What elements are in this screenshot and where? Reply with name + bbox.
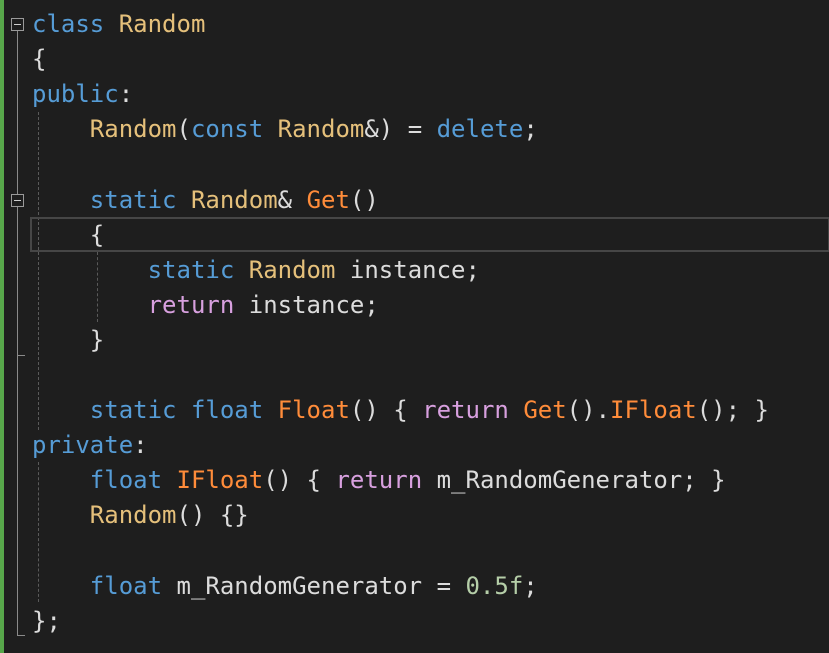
code-token: }; <box>32 606 61 635</box>
code-token: static <box>147 255 235 284</box>
code-line[interactable]: }; <box>32 604 61 639</box>
code-line[interactable]: { <box>32 42 46 77</box>
code-token: static <box>89 185 177 214</box>
outline-line-get <box>17 207 18 355</box>
code-token: const <box>190 115 264 144</box>
code-token: instance; <box>234 290 379 319</box>
code-token: instance; <box>335 255 480 284</box>
code-token: Random <box>190 185 278 214</box>
code-line[interactable]: Random(const Random&) = delete; <box>32 112 538 147</box>
code-token: () { <box>349 396 423 425</box>
code-line[interactable]: { <box>32 218 104 253</box>
code-token: return <box>422 396 509 425</box>
code-token: m_RandomGenerator = <box>162 571 466 600</box>
code-line[interactable]: private: <box>32 428 148 463</box>
code-token: IFloat <box>610 396 697 425</box>
code-line[interactable]: float m_RandomGenerator = 0.5f; <box>32 569 538 604</box>
code-token: ( <box>176 115 191 144</box>
code-token: { <box>32 45 47 74</box>
code-token: Random <box>277 115 365 144</box>
code-token: 0.5f <box>465 571 524 600</box>
code-token: IFloat <box>176 466 264 495</box>
outline-end-class <box>17 635 25 636</box>
code-token: static <box>89 396 177 425</box>
collapse-get-icon[interactable] <box>11 194 24 207</box>
code-token: float <box>89 571 163 600</box>
code-line[interactable]: } <box>32 323 104 358</box>
code-token: Get <box>523 396 567 425</box>
code-line[interactable]: static Random& Get() <box>32 183 379 218</box>
code-token: ; <box>523 571 538 600</box>
code-line[interactable]: static Random instance; <box>32 253 480 288</box>
current-line-highlight <box>30 217 829 252</box>
code-token: return <box>147 290 235 319</box>
code-token: Float <box>277 396 350 425</box>
code-token: float <box>89 466 163 495</box>
code-token: Get <box>306 185 350 214</box>
code-token: } <box>32 325 105 354</box>
code-token: float <box>190 396 264 425</box>
code-token: Random <box>118 10 206 38</box>
code-token: () <box>349 185 379 214</box>
code-token: () { <box>263 466 336 495</box>
code-token: ; <box>523 115 538 144</box>
code-token: Random <box>89 115 177 144</box>
code-token: : <box>133 431 148 460</box>
code-line[interactable]: Random() {} <box>32 498 249 533</box>
code-token: private <box>32 431 134 460</box>
change-indicator-bar <box>0 0 4 653</box>
code-token: return <box>335 466 423 495</box>
code-token: m_RandomGenerator; } <box>422 466 726 495</box>
collapse-class-icon[interactable] <box>11 18 24 31</box>
code-line[interactable]: class Random <box>32 7 205 42</box>
code-token: Random <box>248 255 336 284</box>
code-line[interactable]: public: <box>32 77 133 112</box>
code-token: (). <box>566 396 611 425</box>
code-token: class <box>32 10 105 38</box>
code-token: () {} <box>176 501 249 530</box>
outline-end-get <box>17 355 25 356</box>
code-token: & <box>277 185 307 214</box>
code-editor[interactable]: class Random{public: Random(const Random… <box>0 0 829 653</box>
code-token: { <box>32 220 105 249</box>
code-token: public <box>32 80 119 109</box>
code-line[interactable]: return instance; <box>32 288 379 323</box>
code-token: Random <box>89 501 177 530</box>
code-line[interactable]: static float Float() { return Get().IFlo… <box>32 393 769 428</box>
code-token: &) = <box>364 115 437 144</box>
code-token: (); } <box>696 396 769 425</box>
code-line[interactable]: float IFloat() { return m_RandomGenerato… <box>32 463 726 498</box>
code-token: delete <box>436 115 524 144</box>
code-token: : <box>118 80 134 109</box>
